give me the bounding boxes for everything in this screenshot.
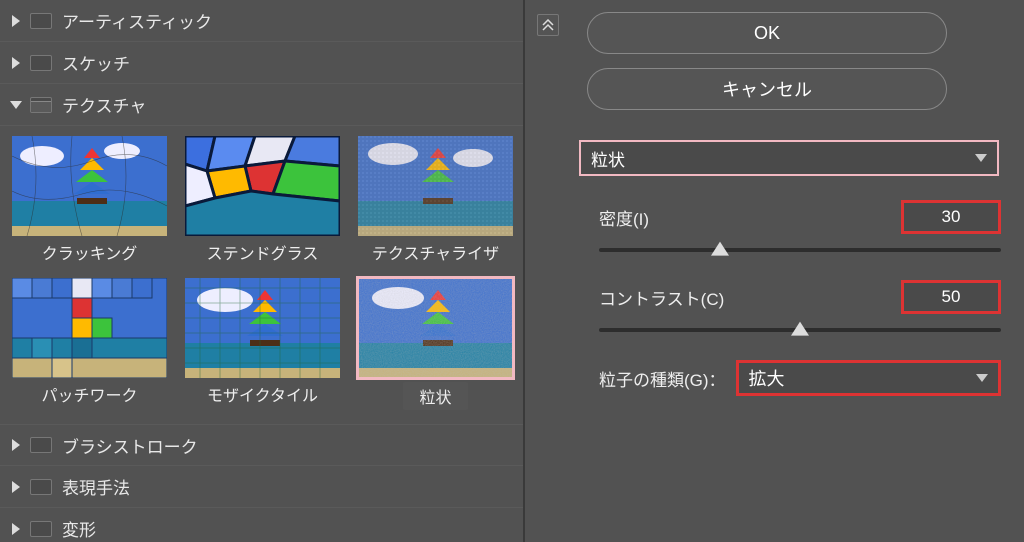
- grain-type-value: 拡大: [749, 365, 785, 391]
- folder-icon: [30, 479, 52, 495]
- category-distort[interactable]: 変形: [0, 508, 523, 542]
- filter-settings-panel: OK キャンセル 粒状 密度(I) コントラスト(C) 粒子の種類(G)： 拡大: [525, 0, 1024, 542]
- preview-image: [12, 278, 167, 378]
- folder-icon: [30, 521, 52, 537]
- contrast-label: コントラスト(C): [599, 285, 724, 310]
- expand-icon: [12, 481, 20, 493]
- filter-select[interactable]: 粒状: [579, 140, 999, 176]
- category-label: 表現手法: [62, 474, 130, 499]
- thumb-texturizer[interactable]: テクスチャライザ: [358, 136, 513, 264]
- thumb-label: ステンドグラス: [207, 240, 319, 264]
- collapse-panel-button[interactable]: [537, 14, 559, 36]
- contrast-input[interactable]: [901, 280, 1001, 314]
- category-label: ブラシストローク: [62, 433, 198, 458]
- density-slider[interactable]: [599, 238, 1001, 262]
- category-label: スケッチ: [62, 50, 130, 75]
- category-label: アーティスティック: [62, 8, 212, 33]
- category-label: テクスチャ: [62, 92, 146, 117]
- folder-icon: [30, 55, 52, 71]
- double-chevron-up-icon: [542, 19, 554, 31]
- param-contrast: コントラスト(C): [599, 280, 1001, 342]
- folder-icon: [30, 13, 52, 29]
- category-label: 変形: [62, 516, 96, 541]
- chevron-down-icon: [975, 154, 987, 162]
- thumb-label: クラッキング: [42, 240, 138, 264]
- thumb-label: テクスチャライザ: [372, 240, 499, 264]
- cancel-button[interactable]: キャンセル: [587, 68, 947, 110]
- category-artistic[interactable]: アーティスティック: [0, 0, 523, 42]
- thumb-stained-glass[interactable]: ステンドグラス: [185, 136, 340, 264]
- preview-image: [12, 136, 167, 236]
- category-sketch[interactable]: スケッチ: [0, 42, 523, 84]
- expand-icon: [12, 15, 20, 27]
- preview-image: [358, 136, 513, 236]
- density-input[interactable]: [901, 200, 1001, 234]
- ok-button[interactable]: OK: [587, 12, 947, 54]
- grain-type-select[interactable]: 拡大: [736, 360, 1001, 396]
- preview-image: [185, 136, 340, 236]
- filter-select-value: 粒状: [591, 146, 625, 171]
- thumb-patchwork[interactable]: パッチワーク: [12, 278, 167, 410]
- thumb-label: パッチワーク: [41, 382, 137, 406]
- thumb-grain[interactable]: 粒状: [358, 278, 513, 410]
- grain-type-label: 粒子の種類(G)：: [599, 366, 726, 391]
- category-texture[interactable]: テクスチャ: [0, 84, 523, 126]
- param-density: 密度(I): [599, 200, 1001, 262]
- contrast-slider[interactable]: [599, 318, 1001, 342]
- thumb-craquelure[interactable]: クラッキング: [12, 136, 167, 264]
- expand-icon: [12, 439, 20, 451]
- preview-image: [185, 278, 340, 378]
- category-stylize[interactable]: 表現手法: [0, 466, 523, 508]
- thumb-label: モザイクタイル: [207, 382, 318, 406]
- preview-image: [358, 278, 513, 378]
- folder-icon: [30, 437, 52, 453]
- filter-categories-panel: アーティスティック スケッチ テクスチャ: [0, 0, 525, 542]
- expand-icon: [12, 523, 20, 535]
- expand-icon: [12, 57, 20, 69]
- thumb-mosaic-tiles[interactable]: モザイクタイル: [185, 278, 340, 410]
- param-grain-type: 粒子の種類(G)： 拡大: [599, 360, 1001, 396]
- category-brush-strokes[interactable]: ブラシストローク: [0, 424, 523, 466]
- filter-thumbnails: クラッキング ステンドグラス: [0, 126, 523, 418]
- chevron-down-icon: [976, 374, 988, 382]
- folder-open-icon: [30, 97, 52, 113]
- density-label: 密度(I): [599, 205, 649, 230]
- thumb-label: 粒状: [403, 382, 467, 410]
- collapse-icon: [10, 101, 22, 109]
